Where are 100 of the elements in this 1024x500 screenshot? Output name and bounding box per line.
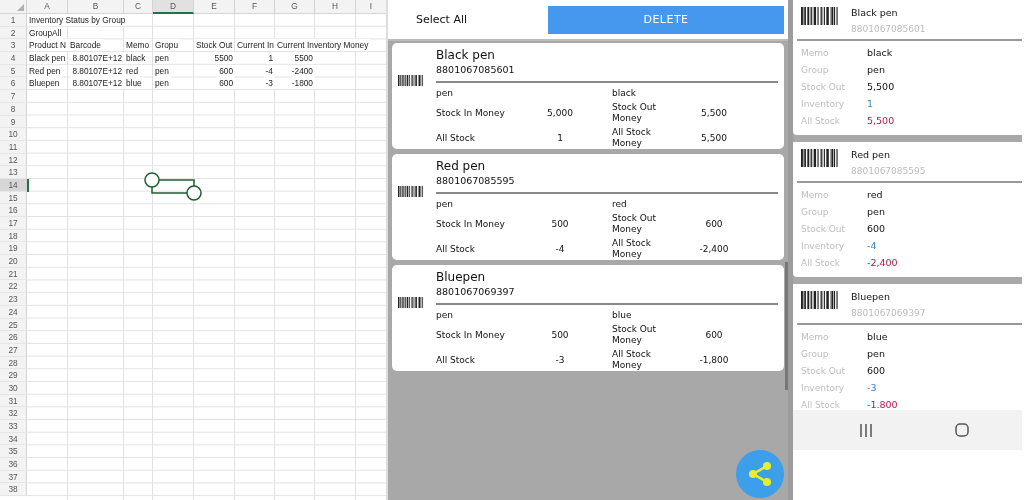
field-label: Stock Out xyxy=(801,365,847,376)
stat-label: Stock Out Money xyxy=(612,213,658,235)
table-cell: -4 xyxy=(263,64,275,77)
barcode-icon xyxy=(398,186,424,197)
stat-label: Stock In Money xyxy=(436,107,506,119)
column-header[interactable]: B xyxy=(68,0,124,14)
stat-label: All Stock xyxy=(436,354,476,366)
barcode-number: 8801067085595 xyxy=(851,166,926,176)
row-header[interactable]: 29 xyxy=(0,369,27,382)
row-header[interactable]: 36 xyxy=(0,458,27,471)
table-cell: pen xyxy=(153,77,171,90)
row-header[interactable]: 20 xyxy=(0,255,27,268)
product-card[interactable]: Black pen 8801067085601 Memo black Group pen Stock Out 5,500 Inventory 1 All Stock 5,500 xyxy=(793,0,1022,135)
table-cell: 5500 xyxy=(212,52,235,65)
field-value: 1 xyxy=(867,98,874,109)
column-header[interactable]: F xyxy=(235,0,275,14)
group-text: pen xyxy=(436,199,454,210)
row-header[interactable]: 22 xyxy=(0,280,27,294)
column-header[interactable]: I xyxy=(356,0,386,14)
home-icon[interactable] xyxy=(955,423,969,437)
barcode-icon xyxy=(398,75,424,86)
stat-value: 500 xyxy=(550,218,570,230)
product-name: Bluepen xyxy=(851,291,891,302)
barcode-number: 8801067085601 xyxy=(851,24,926,34)
stat-value: 5,500 xyxy=(700,132,728,144)
field-label: Stock Out xyxy=(801,81,847,92)
table-cell: black xyxy=(124,52,148,65)
group-text: pen xyxy=(436,88,454,99)
field-value: 600 xyxy=(867,223,886,234)
column-header[interactable]: A xyxy=(27,0,68,14)
table-cell: GroupAll xyxy=(27,26,64,39)
product-card[interactable]: Red pen 8801067085595 pen red Stock In Money 500 Stock Out Money 600 All Stock -4 All Stock Money -2,400 xyxy=(392,154,784,260)
row-header[interactable]: 4 xyxy=(0,52,27,65)
barcode-number: 8801067069397 xyxy=(436,285,516,298)
field-value: blue xyxy=(867,331,888,342)
row-header[interactable]: 19 xyxy=(0,242,27,256)
field-value: -2,400 xyxy=(867,257,898,268)
stat-value: 5,500 xyxy=(700,107,728,119)
row-header[interactable]: 26 xyxy=(0,331,27,344)
field-label: All Stock xyxy=(801,399,841,410)
column-header[interactable]: G xyxy=(275,0,315,14)
field-value: -4 xyxy=(867,240,877,251)
row-header[interactable]: 10 xyxy=(0,128,27,141)
field-label: Group xyxy=(801,348,830,359)
field-label: Group xyxy=(801,64,830,75)
stat-value: 1 xyxy=(556,132,564,144)
product-card[interactable]: Black pen 8801067085601 pen black Stock In Money 5,000 Stock Out Money 5,500 All Stock 1 All Stock Money 5,500 xyxy=(392,43,784,149)
field-label: Group xyxy=(801,206,830,217)
field-label: Inventory xyxy=(801,382,845,393)
column-header[interactable]: E xyxy=(194,0,235,14)
row-header[interactable]: 3 xyxy=(0,39,27,53)
table-cell: 600 xyxy=(217,64,235,77)
memo-text: black xyxy=(612,88,637,99)
stat-value: 600 xyxy=(704,218,724,230)
product-name: Black pen xyxy=(851,7,899,18)
table-cell: Red pen xyxy=(27,64,63,77)
barcode-icon xyxy=(801,149,839,167)
row-header[interactable]: 16 xyxy=(0,204,27,217)
product-name: Bluepen xyxy=(436,270,487,285)
field-value: pen xyxy=(867,64,885,75)
table-cell: Product N xyxy=(27,39,68,52)
product-card[interactable]: Bluepen 8801067069397 pen blue Stock In Money 500 Stock Out Money 600 All Stock -3 All Stock Money -1,800 xyxy=(392,265,784,371)
stat-value: 5,000 xyxy=(546,107,574,119)
column-header[interactable]: D xyxy=(153,0,194,14)
product-name: Black pen xyxy=(436,48,496,63)
stat-label: Stock In Money xyxy=(436,218,506,230)
stat-label: Stock Out Money xyxy=(612,102,658,124)
memo-text: red xyxy=(612,199,628,210)
field-value: black xyxy=(867,47,893,58)
column-header[interactable]: H xyxy=(315,0,356,14)
row-header[interactable]: 7 xyxy=(0,90,27,103)
share-button[interactable] xyxy=(736,450,784,498)
product-card[interactable]: Red pen 8801067085595 Memo red Group pen Stock Out 600 Inventory -4 All Stock -2,400 xyxy=(793,142,1022,277)
row-header[interactable]: 32 xyxy=(0,407,27,420)
row-header[interactable]: 1 xyxy=(0,14,27,27)
row-header[interactable]: 33 xyxy=(0,420,27,433)
select-all-button[interactable]: Select All xyxy=(416,13,548,26)
table-cell: Gropu xyxy=(153,39,181,52)
row-header[interactable]: 23 xyxy=(0,293,27,306)
product-card[interactable]: Bluepen 8801067069397 Memo blue Group pen Stock Out 600 Inventory -3 All Stock -1.800 xyxy=(793,284,1022,410)
row-header[interactable]: 38 xyxy=(0,483,27,497)
table-cell: -2400 xyxy=(289,64,315,77)
stat-value: -1,800 xyxy=(698,354,730,366)
select-all-corner[interactable] xyxy=(0,0,27,14)
scrollbar[interactable] xyxy=(785,262,788,390)
stat-label: Stock In Money xyxy=(436,329,506,341)
recent-apps-icon[interactable] xyxy=(859,423,873,437)
field-value: pen xyxy=(867,206,885,217)
stat-value: 600 xyxy=(704,329,724,341)
row-header[interactable]: 35 xyxy=(0,445,27,459)
row-header[interactable]: 17 xyxy=(0,217,27,230)
memo-text: blue xyxy=(612,310,633,321)
row-header[interactable]: 6 xyxy=(0,77,27,91)
barcode-icon xyxy=(398,297,424,308)
table-cell: 8.80107E+12 xyxy=(70,52,124,65)
field-label: All Stock xyxy=(801,115,841,126)
row-header[interactable]: 13 xyxy=(0,166,27,179)
column-header[interactable]: C xyxy=(124,0,153,14)
table-cell: 1 xyxy=(266,52,275,65)
product-name: Red pen xyxy=(851,149,891,160)
